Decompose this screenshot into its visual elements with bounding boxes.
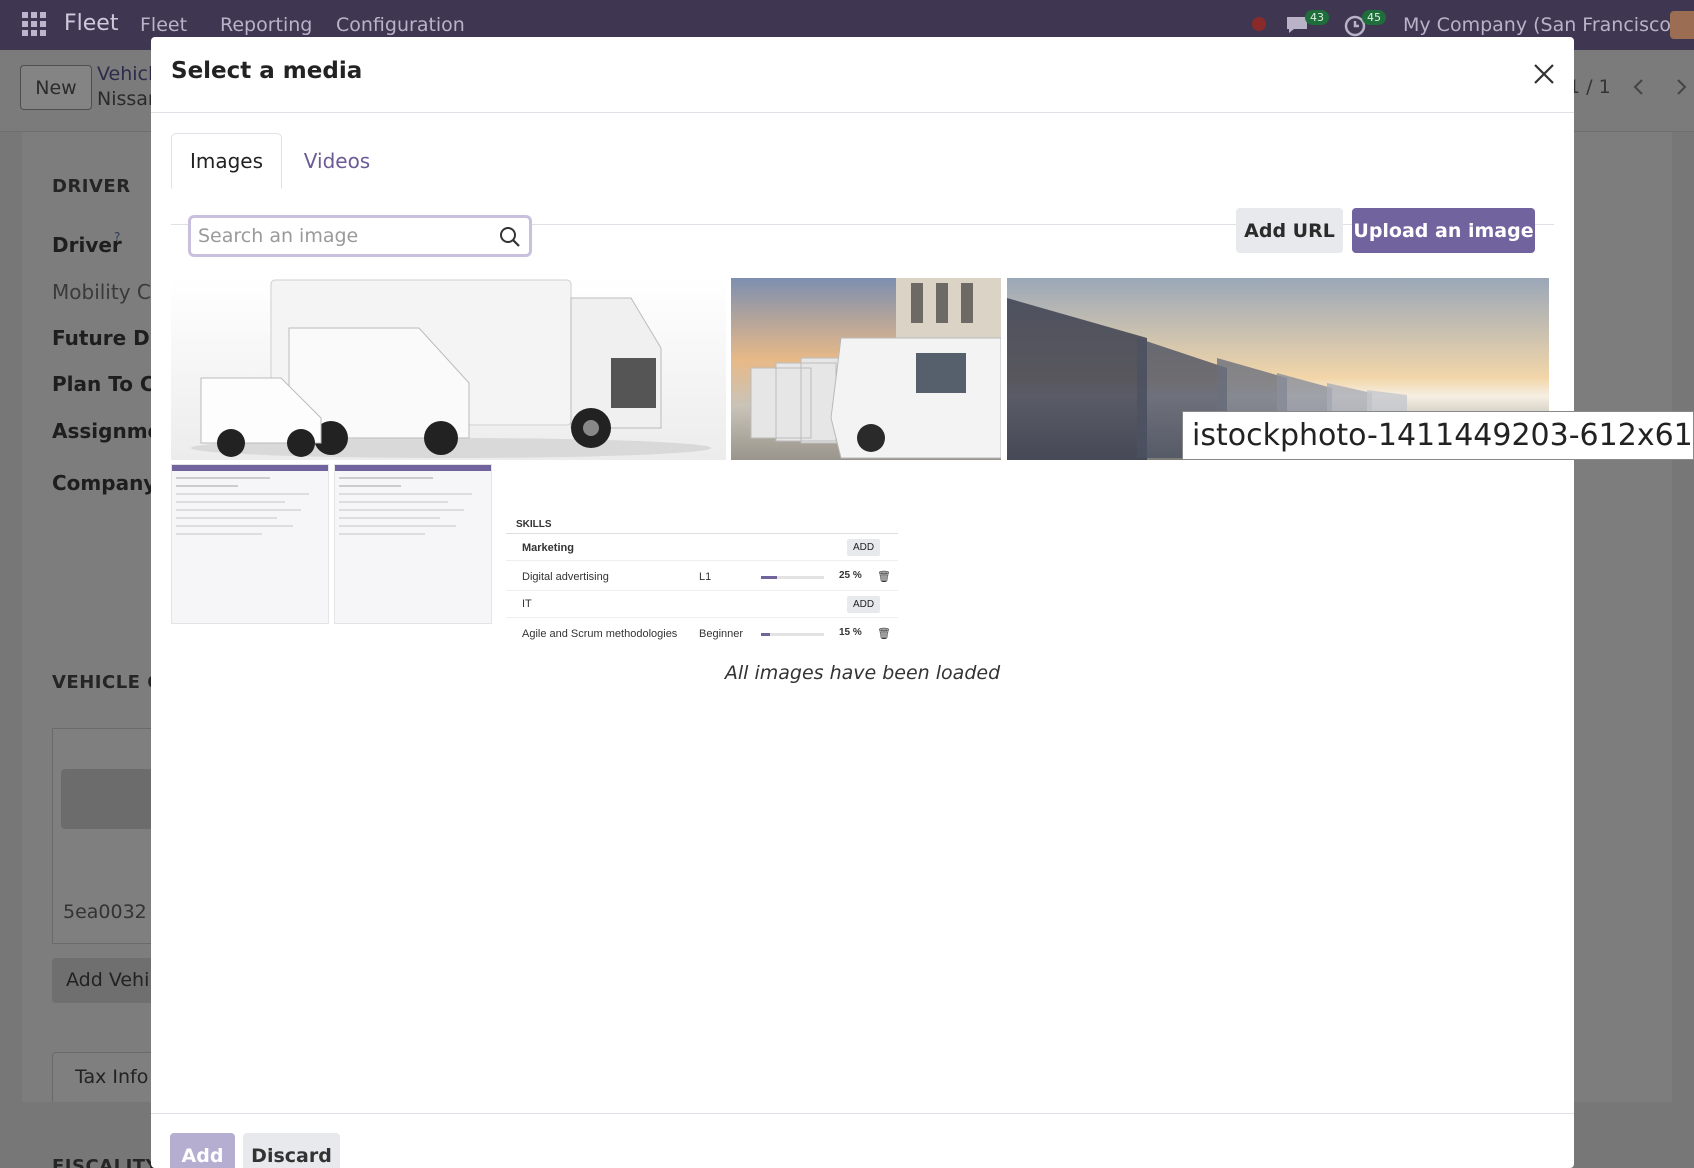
driver-label: Driver bbox=[52, 233, 122, 257]
close-icon[interactable] bbox=[1529, 59, 1559, 89]
menu-reporting[interactable]: Reporting bbox=[220, 14, 312, 36]
skill-add-button: ADD bbox=[847, 596, 881, 613]
trash-icon: 🗑 bbox=[877, 571, 891, 583]
modal-title: Select a media bbox=[171, 58, 363, 84]
add-vehicle-label: Add Vehi bbox=[66, 969, 150, 991]
screenshot-line bbox=[339, 477, 433, 479]
tax-info-label: Tax Info bbox=[75, 1066, 149, 1088]
screenshot-line bbox=[339, 501, 449, 503]
skill-group-it: IT bbox=[522, 598, 532, 610]
screenshot-line bbox=[339, 533, 425, 535]
driver-section-title: DRIVER bbox=[52, 176, 131, 197]
screenshot-line bbox=[339, 509, 464, 511]
tab-videos[interactable]: Videos bbox=[282, 133, 392, 189]
gallery-card[interactable]: 5ea0032 bbox=[52, 728, 162, 944]
search-box bbox=[188, 215, 532, 257]
image-tooltip: istockphoto-1411449203-612x612 bbox=[1182, 411, 1694, 460]
skill-level: Beginner bbox=[699, 628, 744, 640]
chevron-left-icon[interactable] bbox=[1628, 76, 1650, 98]
screenshot-line bbox=[339, 493, 472, 495]
modal-footer bbox=[151, 1113, 1574, 1168]
tab-images[interactable]: Images bbox=[171, 133, 282, 189]
skill-name: Agile and Scrum methodologies bbox=[522, 628, 678, 640]
screenshot-line bbox=[176, 477, 270, 479]
screenshot-line bbox=[176, 525, 293, 527]
skills-divider bbox=[506, 617, 898, 618]
tab-tax-info[interactable]: Tax Info bbox=[52, 1052, 162, 1102]
activities-badge: 45 bbox=[1362, 10, 1386, 25]
mobility-card-label: Mobility Ca bbox=[52, 280, 164, 304]
skill-level: L1 bbox=[699, 571, 712, 583]
record-icon[interactable] bbox=[1252, 17, 1266, 31]
pager-value[interactable]: 1 / 1 bbox=[1568, 76, 1611, 98]
all-loaded-message: All images have been loaded bbox=[724, 662, 1001, 684]
skill-name: Digital advertising bbox=[522, 571, 609, 583]
new-button[interactable]: New bbox=[20, 65, 92, 110]
modal-header: Select a media bbox=[151, 37, 1574, 113]
skill-progress: 15 % bbox=[839, 627, 862, 638]
image-screenshot-2[interactable] bbox=[334, 464, 492, 624]
gallery-file-name: 5ea0032 bbox=[63, 901, 147, 923]
image-skills-screenshot[interactable]: SKILLS Marketing ADD Digital advertising… bbox=[506, 515, 898, 653]
skill-progress-bar bbox=[761, 633, 824, 636]
screenshot-line bbox=[176, 485, 239, 487]
add-vehicle-button[interactable]: Add Vehi bbox=[52, 958, 162, 1003]
screenshot-line bbox=[176, 533, 262, 535]
search-input[interactable] bbox=[193, 220, 483, 252]
screenshot-line bbox=[339, 485, 402, 487]
messages-badge: 43 bbox=[1305, 10, 1329, 25]
skills-divider bbox=[506, 560, 898, 561]
skills-heading: SKILLS bbox=[516, 519, 552, 530]
image-vans-truck[interactable] bbox=[171, 278, 726, 460]
trash-icon: 🗑 bbox=[877, 628, 891, 640]
media-tabs: Images Videos bbox=[171, 133, 1554, 225]
screenshot-line bbox=[176, 493, 309, 495]
company-switcher[interactable]: My Company (San Francisco) bbox=[1403, 14, 1678, 36]
screenshot-line bbox=[339, 517, 441, 519]
discard-button[interactable]: Discard bbox=[243, 1133, 340, 1168]
skill-progress: 25 % bbox=[839, 570, 862, 581]
company-label: Company bbox=[52, 471, 157, 495]
breadcrumb-parent[interactable]: Vehicl bbox=[97, 63, 153, 85]
skills-divider bbox=[506, 590, 898, 591]
menu-fleet[interactable]: Fleet bbox=[140, 14, 187, 36]
chevron-right-icon[interactable] bbox=[1670, 76, 1692, 98]
app-brand[interactable]: Fleet bbox=[64, 11, 118, 36]
menu-configuration[interactable]: Configuration bbox=[336, 14, 465, 36]
add-button[interactable]: Add bbox=[170, 1133, 235, 1168]
fiscality-section-title: FISCALITY bbox=[52, 1156, 160, 1168]
screenshot-line bbox=[339, 525, 456, 527]
search-icon[interactable] bbox=[498, 225, 522, 249]
skill-progress-bar bbox=[761, 576, 824, 579]
screenshot-line bbox=[176, 509, 301, 511]
select-media-dialog: Select a media Images Videos Add URL Upl… bbox=[151, 37, 1574, 1168]
skill-add-button: ADD bbox=[847, 539, 881, 556]
screenshot-bar bbox=[335, 465, 491, 471]
avatar[interactable] bbox=[1670, 11, 1694, 39]
apps-grid-icon[interactable] bbox=[22, 12, 46, 36]
driver-help-icon[interactable]: ? bbox=[114, 230, 120, 244]
image-van-row-sunset[interactable] bbox=[731, 278, 1001, 460]
vans-truck-picture bbox=[191, 279, 711, 458]
skill-group-marketing: Marketing bbox=[522, 542, 574, 554]
screenshot-line bbox=[176, 517, 278, 519]
add-url-button[interactable]: Add URL bbox=[1236, 208, 1343, 253]
van-row-picture bbox=[750, 278, 1001, 459]
gallery-thumbnail bbox=[61, 769, 161, 829]
screenshot-line bbox=[176, 501, 286, 503]
upload-image-button[interactable]: Upload an image bbox=[1352, 208, 1535, 253]
image-screenshot-1[interactable] bbox=[171, 464, 329, 624]
screenshot-bar bbox=[172, 465, 328, 471]
skills-divider bbox=[506, 533, 898, 534]
